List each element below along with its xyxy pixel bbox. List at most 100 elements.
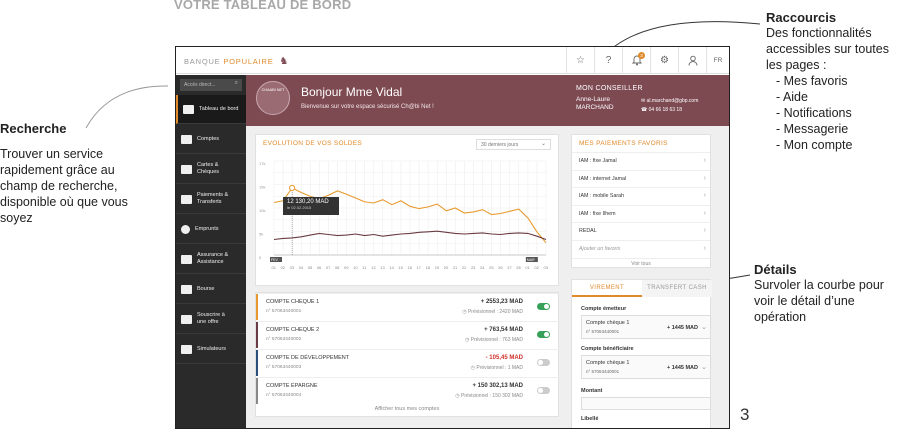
x-tick-label: 11 <box>362 265 367 270</box>
chevron-right-icon: › <box>703 174 706 182</box>
from-account-select[interactable]: Compte chèque 1 n° 57063440001 + 1445 MA… <box>581 315 711 339</box>
favorite-item[interactable]: IAM : mobile Sarah › <box>572 187 710 204</box>
favorite-payments-card: MES PAIEMENTS FAVORIS IAM : fixe Jamal › I… <box>571 134 711 268</box>
account-row[interactable]: COMPTE ÉPARGNE n° 57063440004 + 150 302,13… <box>256 377 560 404</box>
tab-virement[interactable]: VIREMENT <box>572 280 642 297</box>
language-switch[interactable]: FR <box>706 47 729 74</box>
welcome-header: CHAABI NET Bonjour Mme Vidal Bienvenue s… <box>246 75 729 126</box>
favorite-item[interactable]: REDAL › <box>572 222 710 239</box>
chevron-right-icon: › <box>703 157 706 164</box>
period-select[interactable]: 30 derniers jours ⌄ <box>476 139 551 150</box>
favorite-item[interactable]: IAM : fixe Jamal › <box>572 152 710 169</box>
annotation-line: Des fonctionnalités <box>766 26 872 40</box>
page-heading: VOTRE TABLEAU DE BORD <box>174 0 352 12</box>
advisor-email[interactable]: ✉ al.marchand@gbp.com <box>641 97 698 106</box>
bank-logo[interactable]: BANQUE POPULAIRE ♞ <box>184 56 289 67</box>
amount-input[interactable] <box>581 397 711 410</box>
favorite-item[interactable]: IAM : fixe Ilhem › <box>572 204 710 222</box>
sidebar-item-label: Cartes & Chèques <box>197 162 220 175</box>
advisor-name: Anne-Laure MARCHAND <box>576 96 614 112</box>
x-tick-label: 18 <box>426 265 431 270</box>
x-tick-label: 08 <box>335 265 340 270</box>
annotation-details: Détails Survoler la courbe pour voir le … <box>754 262 904 325</box>
logo-text: BANQUE <box>184 57 224 66</box>
account-row[interactable]: COMPTE DE DÉVELOPPEMENT n° 57063440003 - 1… <box>256 349 560 376</box>
settings-gear-icon[interactable]: ⚙ <box>650 47 678 74</box>
notifications-bell-icon[interactable]: 3 <box>622 47 650 74</box>
chaabi-net-logo: CHAABI NET <box>256 81 290 115</box>
annotation-title: Recherche <box>0 121 67 136</box>
search-input[interactable]: Accès direct... ⌕ <box>180 79 242 91</box>
x-tick-label: 03 <box>290 265 295 270</box>
sidebar-item-label: Comptes <box>197 135 220 142</box>
account-color-bar <box>256 322 258 348</box>
balance-chart[interactable]: 17k 15k 10k 5k 0 01 02 03 04 05 06 07 08 09 10 11 12 13 14… <box>256 155 560 287</box>
x-tick-label: 10 <box>353 265 358 270</box>
sidebar-item-payments[interactable]: Paiements & Transferts <box>176 185 246 214</box>
account-visibility-toggle[interactable] <box>537 303 550 310</box>
advisor-title: MON CONSEILLER <box>576 85 643 92</box>
stock-chart-icon <box>181 284 192 294</box>
horse-icon: ♞ <box>279 56 290 67</box>
annotation-body: Survoler la courbe pour voir le détail d… <box>754 277 904 325</box>
account-name: COMPTE DE DÉVELOPPEMENT <box>266 355 350 361</box>
help-icon[interactable]: ? <box>594 47 622 74</box>
sidebar-item-accounts[interactable]: Comptes <box>176 125 246 154</box>
show-all-accounts-button[interactable]: Afficher tous mes comptes <box>256 406 558 412</box>
x-tick-label: 23 <box>471 265 476 270</box>
sidebar-item-loans[interactable]: Emprunts <box>176 215 246 244</box>
to-account-select[interactable]: Compte chèque 1 n° 57063440001 + 1445 MA… <box>581 355 711 379</box>
advisor-phone[interactable]: ☎ 04 66 18 63 18 <box>641 106 698 115</box>
account-visibility-toggle[interactable] <box>537 331 550 338</box>
annotation-line: voir le détail d’une <box>754 294 855 308</box>
sidebar-item-subscribe[interactable]: Souscrire à une offre <box>176 305 246 334</box>
account-user-icon[interactable] <box>678 47 706 74</box>
pie-icon <box>181 224 190 234</box>
annotation-line: opération <box>754 310 807 324</box>
x-tick-label: 12 <box>371 265 376 270</box>
account-forecast: ◷ Prévisionnel : 2420 MAD <box>462 309 523 315</box>
x-tick-label: 04 <box>299 265 304 270</box>
sidebar-item-cards[interactable]: Cartes & Chèques <box>176 155 246 184</box>
x-tick-label: 27 <box>507 265 512 270</box>
x-tick-label: 15 <box>398 265 403 270</box>
annotation-list: - Mes favoris - Aide - Notifications - M… <box>766 73 905 153</box>
account-row[interactable]: COMPTE CHEQUE 1 n° 57063440001 + 2553,23 M… <box>256 293 560 320</box>
account-visibility-toggle[interactable] <box>537 359 550 366</box>
favorite-item-label: IAM : fixe Ilhem <box>579 210 616 217</box>
see-all-favorites-button[interactable]: Voir tous <box>572 258 710 268</box>
sidebar: Accès direct... ⌕ Tableau de bord Compte… <box>176 75 246 428</box>
tooltip-date: le 02.02.2015 <box>287 205 312 210</box>
annotation-recherche: Recherche Trouver un service rapidement … <box>0 121 170 226</box>
annotation-line: soyez <box>0 211 33 225</box>
chevron-right-icon: › <box>703 244 706 252</box>
annotation-title: Raccourcis <box>766 10 837 25</box>
sidebar-item-simulators[interactable]: Simulateurs <box>176 335 246 364</box>
x-tick-label: 02 <box>534 265 539 270</box>
tab-transfert-cash[interactable]: TRANSFERT CASH <box>642 280 712 297</box>
dashboard-icon <box>183 104 194 114</box>
account-name: COMPTE CHEQUE 1 <box>266 299 320 305</box>
account-forecast: ◷ Prévisionnel : 763 MAD <box>465 337 523 343</box>
amount-label: Montant <box>581 388 603 394</box>
account-row[interactable]: COMPTE CHEQUE 2 n° 57063440002 + 763,54 MA… <box>256 321 560 348</box>
favorite-item-label: Ajouter un favoris <box>579 245 621 252</box>
sidebar-item-label: Souscrire à une offre <box>197 312 225 325</box>
add-favorite-item[interactable]: Ajouter un favoris › <box>572 239 710 257</box>
favorite-item-label: IAM : mobile Sarah <box>579 193 625 199</box>
favorite-item[interactable]: IAM : internet Jamal › <box>572 169 710 187</box>
logo-text-accent: POPULAIRE <box>223 57 274 66</box>
account-color-bar <box>256 350 258 376</box>
account-visibility-toggle[interactable] <box>537 387 550 394</box>
transfer-card: VIREMENT TRANSFERT CASH Compte émetteur … <box>571 279 712 428</box>
sidebar-item-dashboard[interactable]: Tableau de bord <box>176 95 246 124</box>
sidebar-item-label: Bourse <box>197 285 215 292</box>
sidebar-item-insurance[interactable]: Assurance & Assistance <box>176 245 246 274</box>
favorites-star-icon[interactable]: ☆ <box>566 47 594 74</box>
from-account-name: Compte chèque 1 <box>586 320 630 326</box>
to-account-number: n° 57063440001 <box>586 369 620 374</box>
transfer-icon <box>181 194 192 204</box>
x-tick-label: 14 <box>389 265 394 270</box>
top-bar: BANQUE POPULAIRE ♞ ☆ ? 3 ⚙ FR <box>176 47 729 74</box>
sidebar-item-stock[interactable]: Bourse <box>176 275 246 304</box>
